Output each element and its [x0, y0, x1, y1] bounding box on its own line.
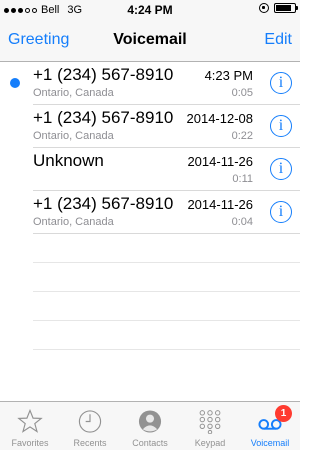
person-icon: [138, 410, 162, 433]
tab-voicemail[interactable]: 1 Voicemail: [240, 402, 300, 450]
voicemail-row[interactable]: +1 (234) 567-8910 Ontario, Canada 2014-1…: [0, 105, 300, 148]
status-time: 4:24 PM: [127, 3, 173, 17]
battery-icon: [274, 3, 298, 13]
voicemail-duration: 0:04: [231, 216, 253, 228]
page-title: Voicemail: [113, 31, 187, 48]
tab-bar: Favorites Recents Contacts Keypad 1 Voic…: [0, 401, 300, 450]
caller-location: Ontario, Canada: [33, 216, 114, 228]
info-icon[interactable]: i: [270, 115, 292, 137]
caller-location: Ontario, Canada: [33, 130, 114, 142]
edit-button[interactable]: Edit: [264, 31, 292, 49]
tab-contacts[interactable]: Contacts: [120, 402, 180, 450]
caller-name: Unknown: [33, 151, 104, 170]
caller-location: Ontario, Canada: [33, 87, 114, 99]
star-icon: [17, 409, 43, 433]
caller-name: +1 (234) 567-8910: [33, 194, 174, 213]
navigation-bar: Greeting Voicemail Edit: [0, 20, 300, 62]
tab-label: Contacts: [132, 438, 168, 448]
tab-label: Voicemail: [250, 438, 290, 448]
voicemail-date: 2014-11-26: [187, 154, 253, 169]
tab-label: Recents: [73, 438, 107, 448]
voicemail-duration: 0:05: [231, 87, 253, 99]
info-icon[interactable]: i: [270, 158, 292, 180]
list-divider: [0, 292, 300, 321]
tab-label: Favorites: [11, 438, 49, 448]
caller-name: +1 (234) 567-8910: [33, 108, 174, 127]
voicemail-row[interactable]: +1 (234) 567-8910 Ontario, Canada 4:23 P…: [0, 62, 300, 105]
voicemail-date: 2014-11-26: [187, 197, 253, 212]
keypad-icon: [199, 410, 221, 434]
caller-name: +1 (234) 567-8910: [33, 65, 174, 84]
tab-favorites[interactable]: Favorites: [0, 402, 60, 450]
voicemail-date: 4:23 PM: [204, 68, 253, 83]
voicemail-row[interactable]: +1 (234) 567-8910 Ontario, Canada 2014-1…: [0, 191, 300, 234]
voicemail-date: 2014-12-08: [186, 111, 254, 126]
clock-icon: [78, 410, 102, 433]
voicemail-duration: 0:22: [231, 130, 253, 142]
list-divider: [0, 263, 300, 292]
tab-keypad[interactable]: Keypad: [180, 402, 240, 450]
status-bar: Bell 3G 4:24 PM: [0, 0, 300, 20]
info-icon[interactable]: i: [270, 72, 292, 94]
list-divider: [0, 234, 300, 263]
rotation-lock-icon: [259, 3, 269, 13]
unread-badge: 1: [275, 405, 292, 422]
info-icon[interactable]: i: [270, 201, 292, 223]
tab-label: Keypad: [194, 438, 226, 448]
unread-indicator-icon: [10, 78, 20, 88]
voicemail-list: +1 (234) 567-8910 Ontario, Canada 4:23 P…: [0, 62, 300, 350]
tab-recents[interactable]: Recents: [60, 402, 120, 450]
voicemail-row[interactable]: Unknown 2014-11-26 0:11 i: [0, 148, 300, 191]
list-divider: [0, 321, 300, 350]
voicemail-duration: 0:11: [232, 173, 253, 185]
